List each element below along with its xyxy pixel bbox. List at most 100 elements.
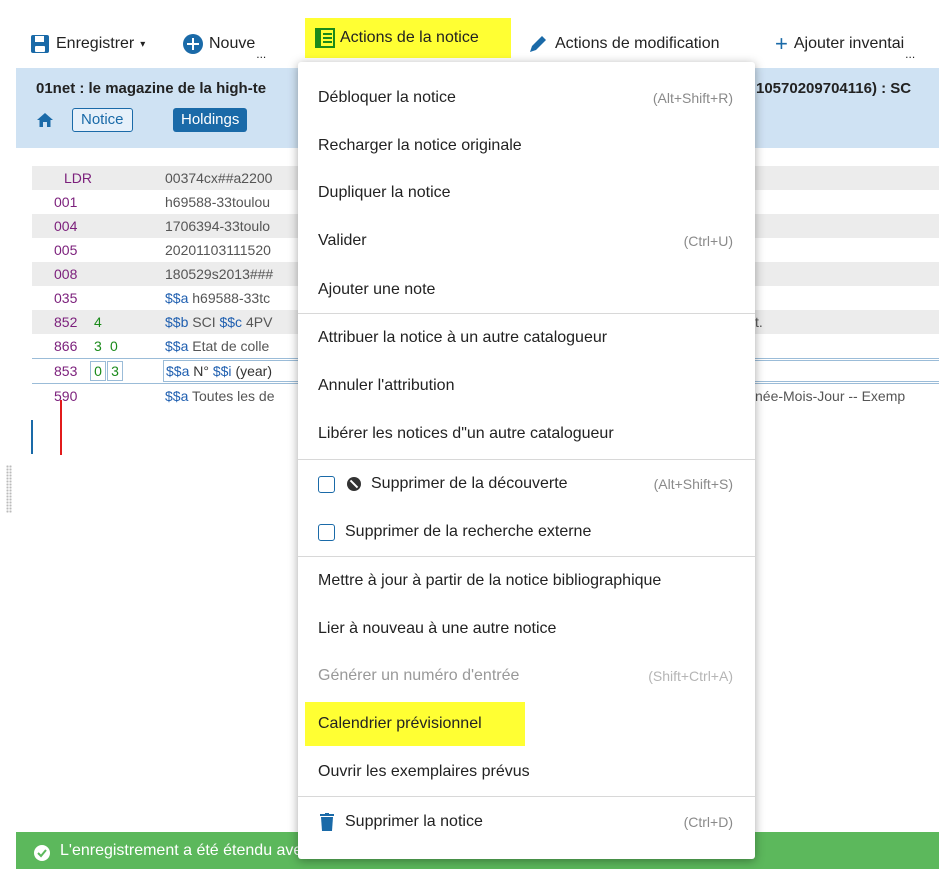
trash-icon	[320, 813, 334, 831]
add-inventory-label: Ajouter inventai	[793, 35, 905, 52]
subfield-code: $$a	[165, 290, 189, 306]
menu-item-label: Supprimer de la recherche externe	[345, 523, 592, 540]
pencil-icon	[530, 36, 546, 52]
menu-item-unassign[interactable]: Annuler l'attribution	[298, 362, 755, 410]
subfield-value: 4PV	[245, 314, 273, 330]
marc-content-tail: t.	[755, 314, 763, 330]
marc-tag: 866	[54, 338, 78, 354]
subfield-value: h69588-33tc	[192, 290, 271, 306]
new-label: Nouve	[209, 35, 256, 52]
menu-item-unlock[interactable]: Débloquer la notice (Alt+Shift+R)	[298, 74, 755, 122]
menu-item-shortcut: (Ctrl+D)	[683, 814, 733, 830]
subfield-value: SCI	[192, 314, 216, 330]
menu-item-label: Recharger la notice originale	[318, 137, 522, 154]
check-circle-icon	[34, 845, 50, 861]
record-actions-menu: Débloquer la notice (Alt+Shift+R) Rechar…	[298, 62, 755, 859]
active-row-marker	[31, 420, 33, 454]
menu-item-label: Débloquer la notice	[318, 89, 456, 106]
new-more: ...	[256, 47, 267, 61]
subfield-code: $$i	[212, 363, 232, 379]
tab-notice[interactable]: Notice	[72, 108, 133, 132]
marc-indicator-1: 3	[94, 338, 102, 354]
marc-tag: 035	[54, 290, 78, 306]
marc-tag: LDR	[64, 170, 93, 186]
marc-content: 00374cx##a2200	[165, 170, 273, 186]
toolbar: Enregistrer ▾ Nouve ... Actions de la no…	[0, 0, 939, 64]
menu-item-shortcut: (Alt+Shift+R)	[652, 90, 733, 106]
tab-holdings[interactable]: Holdings	[173, 108, 248, 132]
floppy-disk-icon	[31, 35, 49, 53]
marc-content: $$a Etat de colle	[165, 334, 269, 358]
menu-item-label: Mettre à jour à partir de la notice bibl…	[318, 572, 662, 589]
menu-item-label: Ajouter une note	[318, 281, 436, 298]
subfield-code: $$c	[219, 314, 243, 330]
marc-tag: 005	[54, 242, 78, 258]
edit-actions-button[interactable]: Actions de modification	[527, 30, 720, 58]
menu-item-label: Générer un numéro d'entrée	[318, 667, 520, 684]
menu-item-relink[interactable]: Lier à nouveau à une autre notice	[298, 605, 755, 653]
marc-tag: 590	[54, 388, 78, 404]
menu-separator	[298, 796, 755, 797]
record-actions-label: Actions de la notice	[340, 29, 479, 46]
marc-content: 180529s2013###	[165, 266, 274, 282]
menu-item-validate[interactable]: Valider (Ctrl+U)	[298, 217, 755, 265]
suppress-discovery-checkbox[interactable]	[318, 475, 335, 493]
menu-item-label: Libérer les notices d"un autre catalogue…	[318, 425, 614, 442]
marc-content: $$a Toutes les de	[165, 384, 275, 408]
save-label: Enregistrer	[56, 35, 135, 52]
menu-item-label: Calendrier prévisionnel	[318, 715, 482, 732]
record-book-icon	[315, 28, 335, 48]
record-title: 01net : le magazine de la high-te	[36, 80, 267, 97]
menu-item-suppress-external[interactable]: Supprimer de la recherche externe	[298, 508, 755, 556]
marc-indicator-2: 0	[110, 338, 118, 354]
marc-indicator-1: 4	[94, 314, 102, 330]
menu-item-suppress-discovery[interactable]: Supprimer de la découverte (Alt+Shift+S)	[298, 460, 755, 508]
plus-icon: +	[775, 31, 788, 56]
menu-item-label: Lier à nouveau à une autre notice	[318, 620, 557, 637]
menu-item-assign[interactable]: Attribuer la notice à un autre catalogue…	[298, 314, 755, 362]
subfield-code: $$a	[165, 388, 189, 404]
menu-item-label: Valider	[318, 232, 367, 249]
menu-item-add-note[interactable]: Ajouter une note	[298, 266, 755, 314]
menu-item-open-predicted[interactable]: Ouvrir les exemplaires prévus	[298, 748, 755, 796]
marc-tag: 008	[54, 266, 78, 282]
menu-item-generate-entry: Générer un numéro d'entrée (Shift+Ctrl+A…	[298, 652, 755, 700]
menu-item-label: Dupliquer la notice	[318, 184, 451, 201]
marc-indicator-1-input[interactable]: 0	[90, 361, 106, 381]
add-inventory-button[interactable]: + Ajouter inventai ...	[775, 30, 916, 62]
menu-item-update-from-bib[interactable]: Mettre à jour à partir de la notice bibl…	[298, 557, 755, 605]
subfield-value: N°	[193, 363, 209, 379]
menu-item-reload[interactable]: Recharger la notice originale	[298, 122, 755, 170]
marc-content-tail: née-Mois-Jour -- Exemp	[755, 388, 906, 404]
subfield-code: $$a	[165, 338, 189, 354]
record-actions-button[interactable]: Actions de la notice	[305, 18, 511, 58]
home-icon[interactable]	[36, 112, 54, 128]
menu-item-label: Supprimer de la découverte	[371, 475, 568, 492]
subfield-value: (year)	[235, 363, 272, 379]
resize-grip[interactable]	[6, 465, 12, 513]
block-icon	[347, 477, 361, 491]
subfield-value: Toutes les de	[192, 388, 275, 404]
save-button[interactable]: Enregistrer ▾	[30, 30, 145, 58]
suppress-external-checkbox[interactable]	[318, 523, 335, 541]
add-inventory-more: ...	[905, 47, 916, 61]
new-button[interactable]: Nouve ...	[182, 30, 267, 61]
menu-item-duplicate[interactable]: Dupliquer la notice	[298, 169, 755, 217]
menu-item-shortcut: (Ctrl+U)	[683, 233, 733, 249]
marc-content: 20201103111520	[165, 242, 271, 258]
menu-item-label: Ouvrir les exemplaires prévus	[318, 763, 530, 780]
marc-content: $$a h69588-33tc	[165, 286, 270, 310]
marc-indicator-2-input[interactable]: 3	[107, 361, 123, 381]
marc-tag: 852	[54, 314, 78, 330]
marc-tag: 004	[54, 218, 78, 234]
marc-tag: 001	[54, 194, 78, 210]
menu-item-shortcut: (Alt+Shift+S)	[653, 476, 733, 492]
record-title-suffix: 10570209704116) : SC	[756, 80, 912, 97]
error-marker	[60, 400, 62, 455]
plus-circle-icon	[183, 34, 203, 54]
menu-item-prediction-calendar[interactable]: Calendrier prévisionnel	[298, 700, 755, 748]
menu-item-delete[interactable]: Supprimer la notice (Ctrl+D)	[298, 798, 755, 846]
menu-item-label: Supprimer la notice	[345, 813, 483, 830]
edit-actions-label: Actions de modification	[555, 35, 720, 52]
menu-item-release[interactable]: Libérer les notices d"un autre catalogue…	[298, 410, 755, 458]
